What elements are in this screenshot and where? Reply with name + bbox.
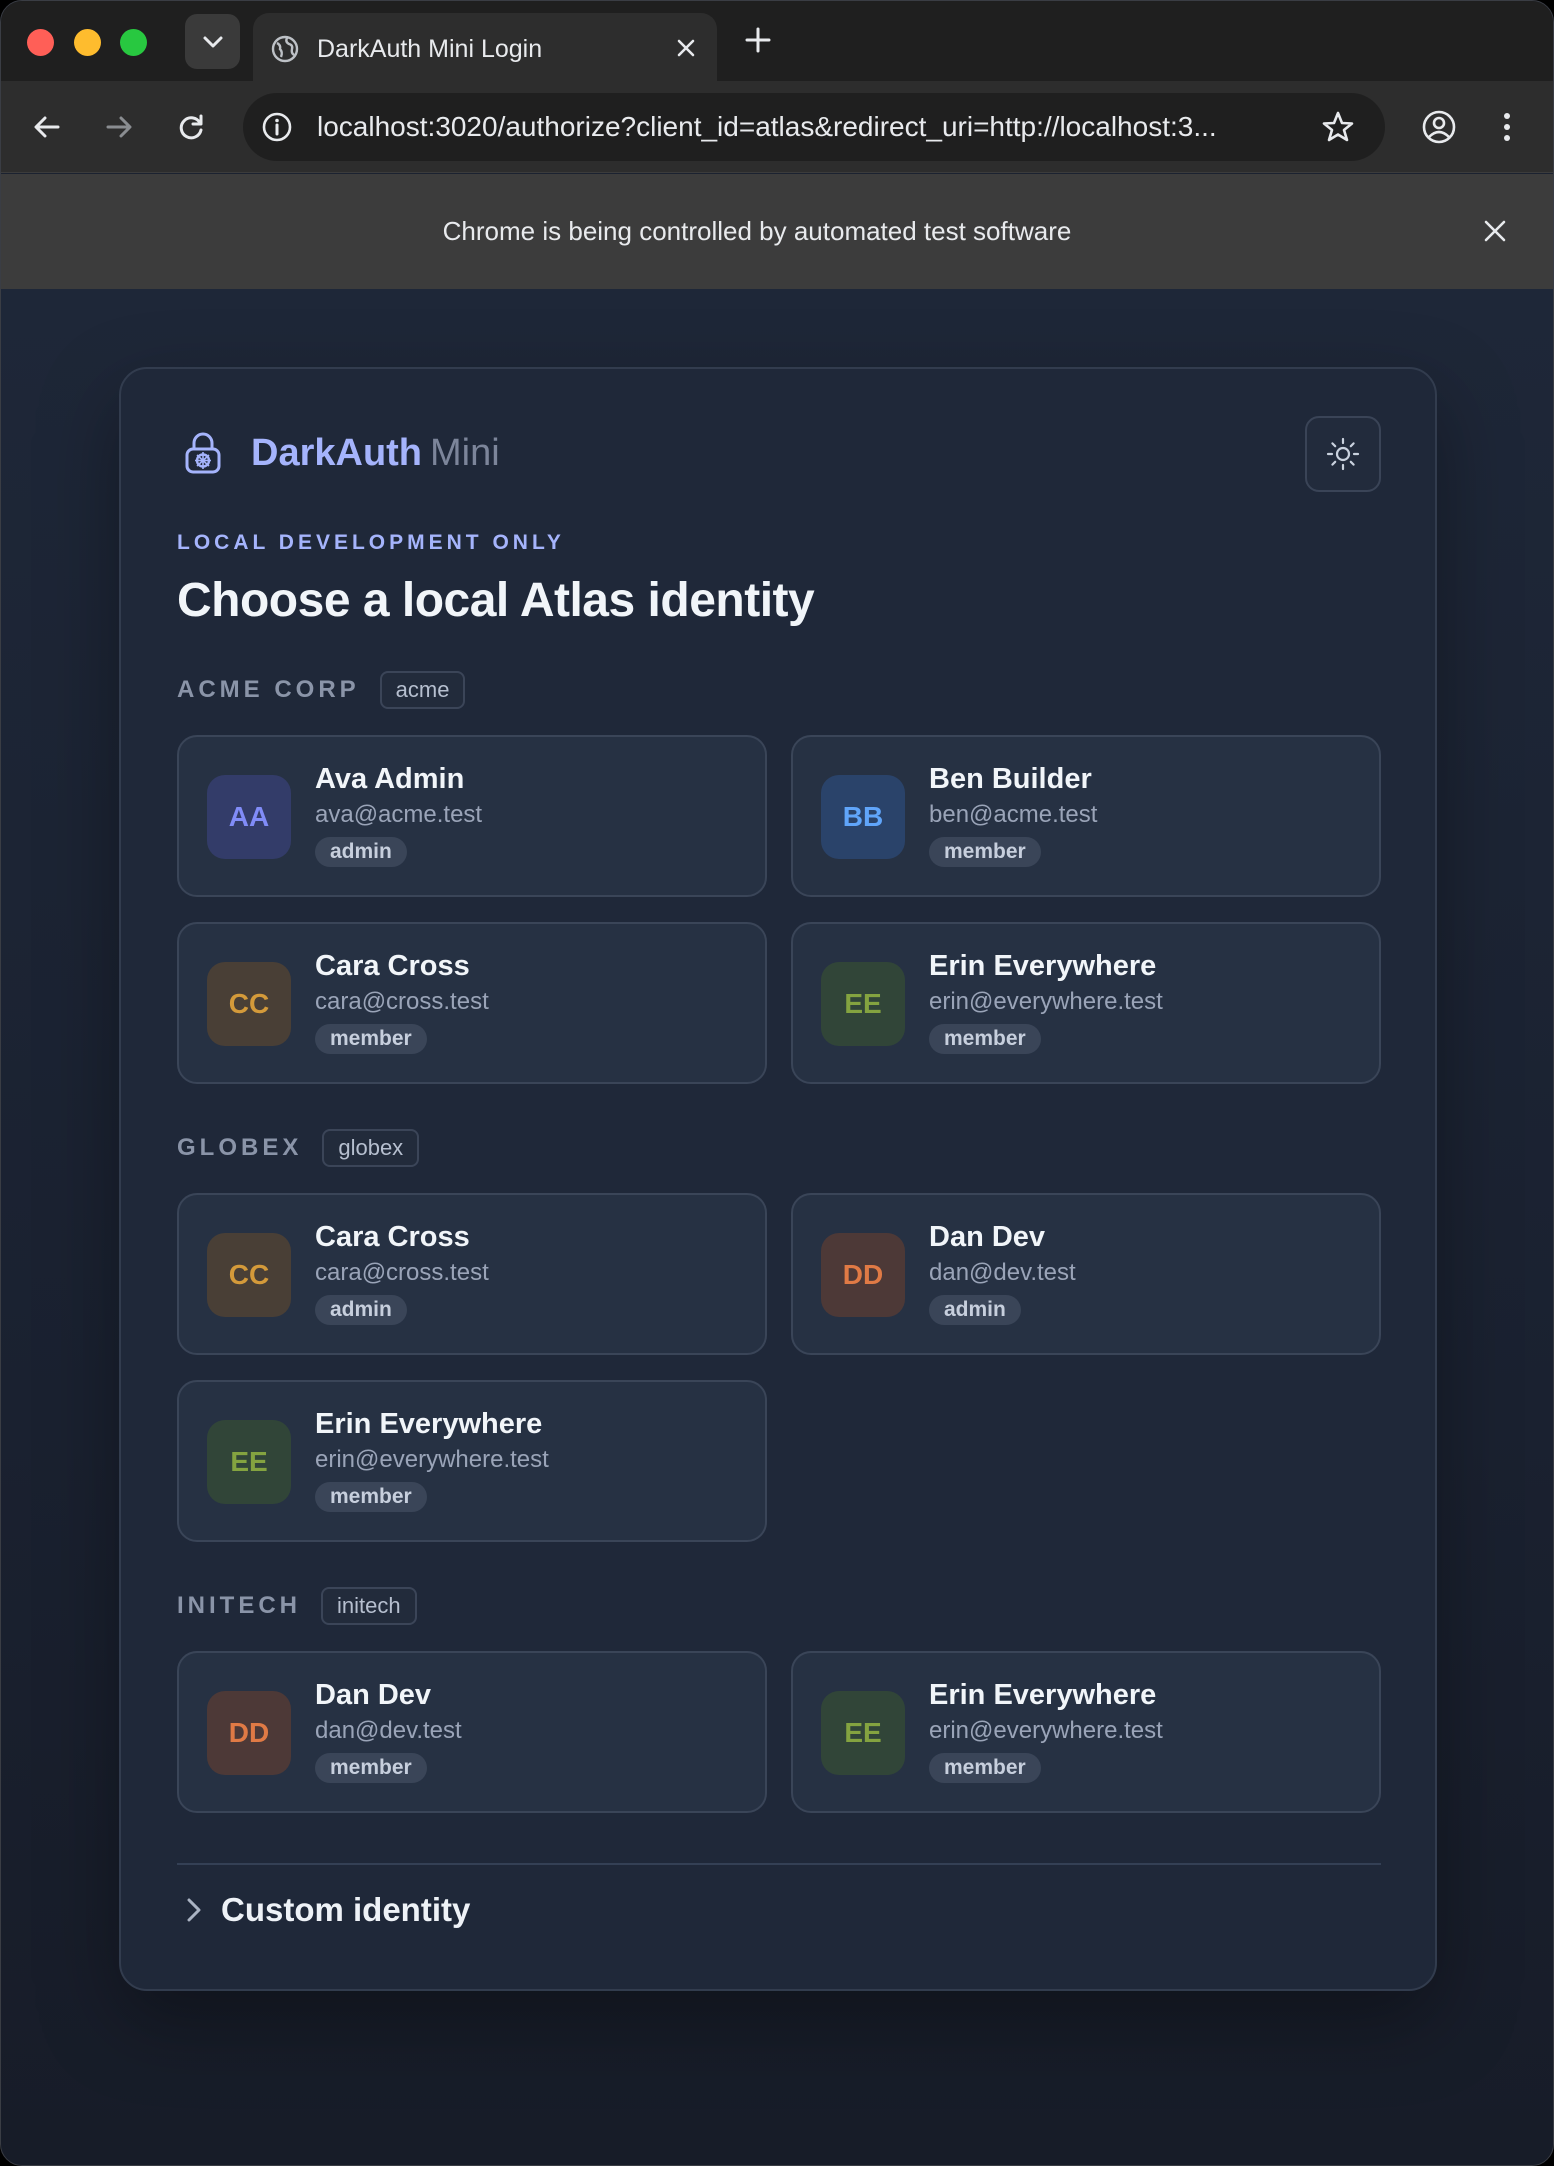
identity-name: Dan Dev [315, 1679, 432, 1711]
avatar: CC [207, 1233, 291, 1317]
role-badge: admin [315, 1295, 407, 1325]
divider [177, 1863, 1381, 1865]
custom-identity-toggle[interactable]: Custom identity [183, 1891, 470, 1929]
group-slug-badge: initech [321, 1587, 417, 1625]
avatar: EE [207, 1420, 291, 1504]
close-tab-icon[interactable] [675, 37, 697, 59]
role-badge: member [315, 1753, 427, 1783]
brand-name: DarkAuth [251, 431, 423, 474]
avatar: EE [821, 962, 905, 1046]
active-tab[interactable]: DarkAuth Mini Login [253, 13, 717, 81]
sun-icon [1326, 437, 1360, 471]
identity-email: cara@cross.test [315, 1259, 489, 1286]
automation-infobar: Chrome is being controlled by automated … [1, 174, 1553, 289]
forward-arrow-icon[interactable] [103, 111, 135, 143]
page-content: DarkAuth Mini LOCAL DEVELOPMENT ONLY Cho… [1, 289, 1553, 2165]
minimize-window-button[interactable] [74, 29, 101, 56]
group-name: ACME CORP [177, 676, 360, 703]
login-card: DarkAuth Mini LOCAL DEVELOPMENT ONLY Cho… [119, 367, 1437, 1991]
reload-icon[interactable] [175, 111, 207, 143]
identity-name: Erin Everywhere [929, 950, 1157, 982]
group-header-initech: INITECH initech [177, 1587, 417, 1625]
close-icon[interactable] [1483, 219, 1507, 243]
avatar: AA [207, 775, 291, 859]
identity-card[interactable]: DD Dan Dev dan@dev.test admin [791, 1193, 1381, 1355]
role-badge: member [929, 837, 1041, 867]
avatar: CC [207, 962, 291, 1046]
custom-identity-label: Custom identity [221, 1891, 471, 1928]
identity-name: Dan Dev [929, 1221, 1046, 1253]
identity-name: Cara Cross [315, 1221, 470, 1253]
identity-email: erin@everywhere.test [929, 1717, 1163, 1744]
identity-email: cara@cross.test [315, 988, 489, 1015]
identity-email: ben@acme.test [929, 801, 1098, 828]
role-badge: member [929, 1753, 1041, 1783]
new-tab-icon[interactable] [743, 25, 773, 55]
group-name: GLOBEX [177, 1134, 303, 1161]
identity-email: ava@acme.test [315, 801, 483, 828]
role-badge: member [315, 1024, 427, 1054]
site-info-icon[interactable] [261, 111, 293, 143]
brand-suffix: Mini [430, 431, 500, 474]
tab-title: DarkAuth Mini Login [317, 35, 543, 63]
browser-toolbar: localhost:3020/authorize?client_id=atlas… [1, 81, 1553, 173]
identity-email: erin@everywhere.test [315, 1446, 549, 1473]
group-header-acme: ACME CORP acme [177, 671, 466, 709]
identity-card[interactable]: EE Erin Everywhere erin@everywhere.test … [791, 922, 1381, 1084]
globe-icon [271, 35, 299, 63]
group-slug-badge: acme [379, 671, 466, 709]
group-slug-badge: globex [322, 1129, 420, 1167]
identity-name: Erin Everywhere [929, 1679, 1157, 1711]
eyebrow-label: LOCAL DEVELOPMENT ONLY [177, 531, 565, 554]
identity-card[interactable]: BB Ben Builder ben@acme.test member [791, 735, 1381, 897]
url-text[interactable]: localhost:3020/authorize?client_id=atlas… [317, 111, 1317, 143]
browser-window: DarkAuth Mini Login localhost:3020/autho… [0, 0, 1554, 2166]
group-name: INITECH [177, 1592, 301, 1619]
avatar: EE [821, 1691, 905, 1775]
lock-icon [185, 432, 221, 474]
identity-card[interactable]: EE Erin Everywhere erin@everywhere.test … [177, 1380, 767, 1542]
avatar: BB [821, 775, 905, 859]
maximize-window-button[interactable] [120, 29, 147, 56]
role-badge: admin [929, 1295, 1021, 1325]
chevron-down-icon [203, 36, 222, 47]
identity-email: dan@dev.test [929, 1259, 1076, 1286]
avatar: DD [207, 1691, 291, 1775]
profile-icon[interactable] [1421, 109, 1457, 145]
identity-card[interactable]: DD Dan Dev dan@dev.test member [177, 1651, 767, 1813]
identity-card[interactable]: CC Cara Cross cara@cross.test admin [177, 1193, 767, 1355]
infobar-message: Chrome is being controlled by automated … [442, 216, 1072, 246]
identity-name: Cara Cross [315, 950, 470, 982]
role-badge: admin [315, 837, 407, 867]
identity-card[interactable]: EE Erin Everywhere erin@everywhere.test … [791, 1651, 1381, 1813]
tab-search-button[interactable] [185, 14, 240, 69]
role-badge: member [315, 1482, 427, 1512]
theme-toggle-button[interactable] [1305, 416, 1381, 492]
tab-strip: DarkAuth Mini Login [1, 1, 1553, 81]
back-arrow-icon[interactable] [31, 111, 63, 143]
brand: DarkAuth Mini [183, 431, 500, 475]
page-title: Choose a local Atlas identity [177, 574, 815, 627]
identity-card[interactable]: AA Ava Admin ava@acme.test admin [177, 735, 767, 897]
avatar: DD [821, 1233, 905, 1317]
identity-name: Ben Builder [929, 763, 1092, 795]
kebab-menu-icon[interactable] [1495, 109, 1519, 145]
identity-email: dan@dev.test [315, 1717, 462, 1744]
identity-card[interactable]: CC Cara Cross cara@cross.test member [177, 922, 767, 1084]
bookmark-star-icon[interactable] [1321, 110, 1355, 144]
chevron-right-icon [187, 1898, 201, 1922]
identity-name: Ava Admin [315, 763, 465, 795]
address-bar[interactable]: localhost:3020/authorize?client_id=atlas… [243, 93, 1385, 161]
group-header-globex: GLOBEX globex [177, 1129, 420, 1167]
identity-name: Erin Everywhere [315, 1408, 543, 1440]
identity-email: erin@everywhere.test [929, 988, 1163, 1015]
close-window-button[interactable] [27, 29, 54, 56]
role-badge: member [929, 1024, 1041, 1054]
